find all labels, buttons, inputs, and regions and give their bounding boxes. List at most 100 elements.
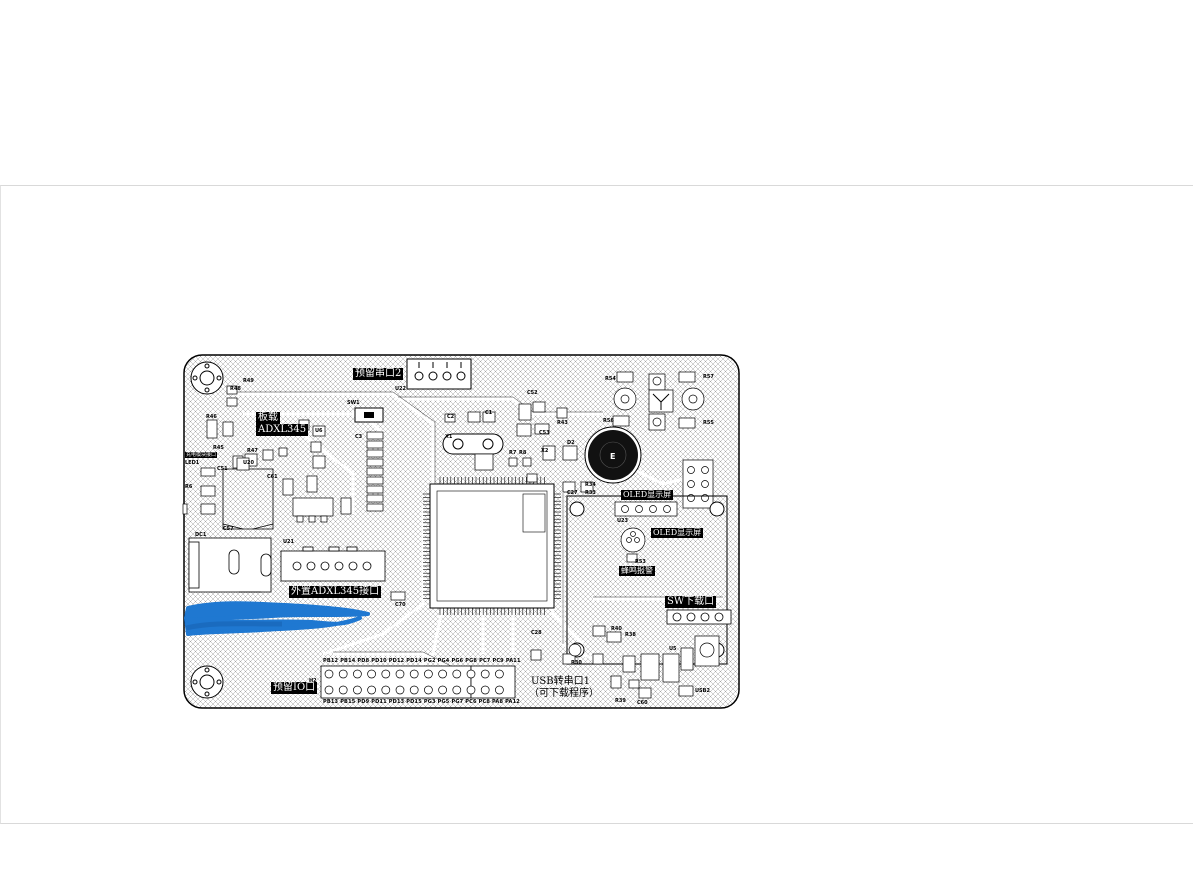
pin-label: PB15 bbox=[340, 699, 356, 705]
ref-r38: R38 bbox=[625, 632, 636, 638]
pin-label: PG8 bbox=[465, 658, 478, 664]
io-pin bbox=[452, 669, 462, 679]
pcb-board: 预留串口2 板载 ADXL345 外置ADXL345接口 OLED显示屏 OLE… bbox=[182, 354, 740, 709]
c70-cap bbox=[390, 591, 406, 601]
pin-label: PC8 bbox=[478, 699, 491, 705]
io-pin bbox=[338, 669, 348, 679]
io-pin bbox=[381, 669, 391, 679]
label-swd: SW下载口 bbox=[665, 596, 717, 608]
ref-r54: R54 bbox=[605, 376, 616, 382]
io-pin bbox=[353, 685, 362, 695]
pin-label: PG7 bbox=[451, 699, 464, 705]
io-pin bbox=[424, 685, 433, 695]
ref-r45: R45 bbox=[213, 445, 224, 451]
io-pin bbox=[353, 669, 362, 679]
pin-label: PC7 bbox=[479, 658, 491, 664]
io-pin-names-bottom: PB13 PB15 PD9 PD11 PD13 PD15 PG3 PG5 PG7… bbox=[323, 699, 520, 705]
ref-r48: R48 bbox=[230, 386, 241, 392]
ref-c70: C70 bbox=[395, 602, 406, 608]
capacitor bbox=[366, 494, 384, 503]
ref-r34: R34 bbox=[585, 482, 596, 488]
ref-r40: R40 bbox=[611, 626, 622, 632]
capacitor bbox=[366, 476, 384, 485]
capacitor bbox=[366, 503, 384, 512]
ref-r55: R55 bbox=[703, 420, 714, 426]
label-beeper: 蜂鸣报警 bbox=[619, 566, 655, 576]
pin-label: PD10 bbox=[371, 658, 387, 664]
io-pin bbox=[324, 685, 334, 695]
ref-c27: C27 bbox=[567, 490, 578, 496]
ref-r47: R47 bbox=[247, 448, 258, 454]
io-pin bbox=[438, 669, 447, 679]
uart2-header bbox=[406, 358, 472, 390]
label-onboard-line2: ADXL345 bbox=[256, 424, 309, 436]
label-usb-line2: （可下载程序） bbox=[529, 688, 599, 699]
ref-c51: C51 bbox=[217, 466, 228, 472]
ref-r8: R8 bbox=[519, 450, 527, 456]
dc-jack-dc1 bbox=[188, 537, 272, 593]
ref-u21: U21 bbox=[283, 539, 295, 545]
ref-r33: R33 bbox=[585, 490, 596, 496]
io-pin bbox=[424, 669, 433, 679]
ref-r49: R49 bbox=[243, 378, 254, 384]
pin-label: PA11 bbox=[505, 658, 521, 664]
ref-x1: X1 bbox=[445, 434, 453, 440]
mounting-hole-bottom-left bbox=[190, 665, 224, 699]
oled-header-u23 bbox=[614, 501, 678, 517]
ref-c61: C61 bbox=[267, 474, 278, 480]
io-pin bbox=[452, 685, 462, 695]
ref-r56: R56 bbox=[603, 418, 614, 424]
swd-header bbox=[666, 609, 732, 625]
io-pin bbox=[466, 669, 476, 679]
ref-u22: U22 bbox=[395, 386, 407, 392]
pin-label: PG2 bbox=[423, 658, 436, 664]
pin-label: PA8 bbox=[492, 699, 504, 705]
pin-label: PD14 bbox=[406, 658, 422, 664]
io-pin bbox=[395, 685, 405, 695]
pin-label: PD9 bbox=[357, 699, 370, 705]
ref-d2: D2 bbox=[567, 440, 575, 446]
redaction-scribble bbox=[184, 601, 370, 636]
charge-header bbox=[682, 459, 714, 509]
io-pin bbox=[367, 669, 376, 679]
ref-c57: C57 bbox=[223, 526, 234, 532]
pin-label: PG5 bbox=[437, 699, 450, 705]
ref-c2: C2 bbox=[447, 414, 455, 420]
ref-r43: R43 bbox=[557, 420, 568, 426]
label-charge: 充电模块接口 bbox=[185, 452, 218, 458]
ref-c3: C3 bbox=[355, 434, 363, 440]
capacitor bbox=[366, 449, 384, 458]
ref-u6: U6 bbox=[315, 428, 323, 434]
io-pin bbox=[324, 669, 334, 679]
io-pin bbox=[466, 685, 476, 695]
label-usb-line1: USB转串口1 bbox=[531, 676, 590, 687]
reg-u20 bbox=[292, 497, 334, 523]
io-pin bbox=[480, 685, 490, 695]
pin-label: PG6 bbox=[451, 658, 464, 664]
ref-usb2: USB2 bbox=[695, 688, 710, 694]
mounting-hole-top-left bbox=[190, 361, 224, 395]
io-pin bbox=[409, 685, 419, 695]
io-pin bbox=[395, 669, 405, 679]
io-pin bbox=[480, 669, 490, 679]
mcu-chip bbox=[423, 477, 561, 615]
ref-x2: X2 bbox=[541, 448, 549, 454]
label-oled: OLED显示屏 bbox=[621, 490, 674, 500]
io-pin bbox=[338, 685, 348, 695]
ref-c28: C28 bbox=[531, 630, 542, 636]
pin-label: PG4 bbox=[437, 658, 450, 664]
capacitor bbox=[366, 440, 384, 449]
ref-u23: U23 bbox=[617, 518, 629, 524]
ext-adxl-header bbox=[280, 546, 386, 582]
ref-u20: U20 bbox=[243, 460, 255, 466]
io-pin bbox=[495, 669, 504, 679]
io-pin bbox=[438, 685, 447, 695]
pin-label: PD15 bbox=[406, 699, 422, 705]
ref-e: E bbox=[610, 452, 616, 461]
capacitor bbox=[366, 458, 384, 467]
key-buttons bbox=[612, 371, 705, 431]
ref-dc1: DC1 bbox=[195, 532, 207, 538]
ref-r57: R57 bbox=[703, 374, 714, 380]
pin-label: PG3 bbox=[423, 699, 436, 705]
label-onboard-line1: 板载 bbox=[256, 412, 280, 424]
